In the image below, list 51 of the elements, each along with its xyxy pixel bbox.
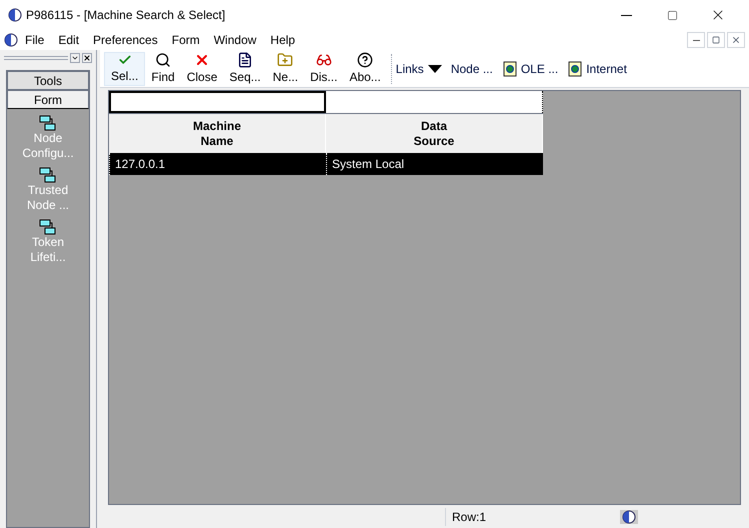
panel-close-icon[interactable] (82, 53, 92, 63)
check-icon (116, 52, 133, 66)
table-cell: System Local (326, 153, 543, 175)
table-row[interactable]: 127.0.0.1 System Local (109, 153, 543, 175)
toolbar-button[interactable]: Dis... (304, 52, 344, 86)
help-icon (357, 52, 374, 68)
close-icon (731, 35, 741, 45)
toolbar-button[interactable]: Find (145, 52, 181, 86)
filter-field[interactable] (109, 91, 326, 113)
menu-item[interactable]: Preferences (86, 31, 165, 49)
document-icon (237, 52, 254, 68)
filter-field[interactable] (326, 91, 543, 113)
table-cell: 127.0.0.1 (109, 153, 326, 175)
window-title: P986115 - [Machine Search & Select] (26, 7, 226, 24)
links-label: Links (396, 60, 424, 78)
panel-tab[interactable]: Tools (7, 71, 89, 90)
mdi-minimize-button[interactable] (687, 32, 705, 48)
mdi-restore-button[interactable] (707, 32, 725, 48)
column-header[interactable]: Data Source (326, 114, 543, 153)
maximize-icon (666, 10, 678, 20)
menu-item[interactable]: Form (164, 31, 207, 49)
menu-item[interactable]: Edit (51, 31, 86, 49)
app-menu-icon (4, 33, 18, 47)
form-link-icon (39, 115, 57, 131)
toolbar-button[interactable]: Close (180, 52, 224, 86)
menu-item[interactable]: File (18, 31, 52, 49)
link-button[interactable]: Internet (563, 60, 632, 78)
toolbar-button[interactable]: Seq... (223, 52, 267, 86)
form-link-icon (39, 167, 57, 183)
search-icon (155, 52, 172, 68)
form-link-icon (39, 219, 57, 235)
dropdown-arrow-icon[interactable] (428, 64, 442, 72)
document-globe-icon (502, 60, 517, 76)
menu-item[interactable]: Help (263, 31, 302, 49)
panel-tab[interactable]: Form (7, 90, 89, 109)
dropdown-icon[interactable] (70, 53, 80, 63)
menu-item[interactable]: Window (206, 31, 264, 49)
link-button[interactable]: Node ... (446, 60, 498, 78)
app-icon (8, 8, 22, 22)
mdi-close-button[interactable] (727, 32, 745, 48)
minimize-icon (620, 14, 632, 16)
restore-icon (712, 36, 720, 44)
glasses-icon (316, 52, 332, 68)
link-button[interactable]: OLE ... (498, 60, 564, 78)
toolbar-button[interactable]: Ne... (266, 52, 304, 86)
column-header[interactable]: Machine Name (109, 114, 326, 153)
document-globe-icon (568, 60, 582, 76)
folder-icon (277, 52, 294, 68)
toolbar-button[interactable]: Sel... (104, 52, 146, 86)
toolbar-button[interactable]: Abo... (343, 52, 387, 86)
status-globe-icon (622, 510, 636, 524)
